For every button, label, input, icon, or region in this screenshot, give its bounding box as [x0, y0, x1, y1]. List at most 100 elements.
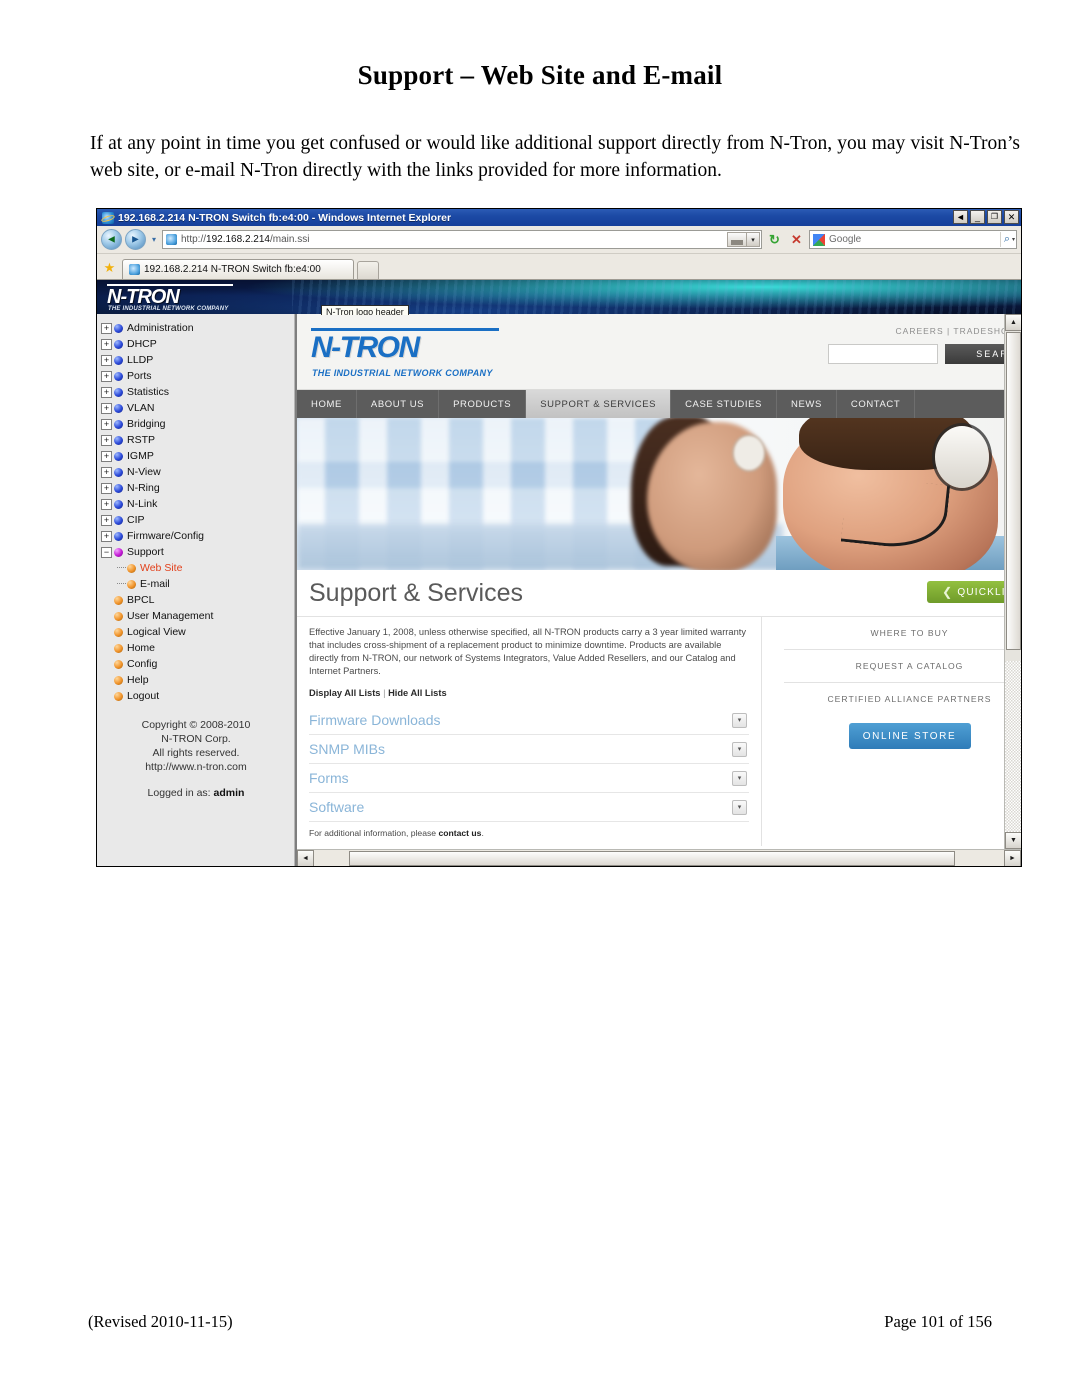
- tree-item-n-view[interactable]: + N-View: [101, 464, 294, 480]
- tree-item-label: VLAN: [127, 401, 155, 414]
- tree-item-n-ring[interactable]: + N-Ring: [101, 480, 294, 496]
- scroll-left-icon[interactable]: ◄: [297, 850, 314, 866]
- tree-item-logical-view[interactable]: Logical View: [101, 624, 294, 640]
- expand-icon[interactable]: +: [101, 338, 112, 350]
- nav-products[interactable]: PRODUCTS: [439, 390, 527, 418]
- site-logo[interactable]: N-TRON: [311, 328, 499, 363]
- list-link-separator: |: [380, 688, 389, 698]
- browser-horizontal-scrollbar[interactable]: ◄ ►: [297, 849, 1021, 866]
- address-bar[interactable]: http://192.168.2.214/main.ssi ▾: [162, 230, 762, 249]
- scroll-thumb-vertical[interactable]: [1006, 332, 1021, 650]
- tree-item-cip[interactable]: + CIP: [101, 512, 294, 528]
- tree-item-e-mail[interactable]: E-mail: [101, 576, 294, 592]
- tree-item-user-management[interactable]: User Management: [101, 608, 294, 624]
- tree-item-lldp[interactable]: + LLDP: [101, 352, 294, 368]
- site-top-links[interactable]: CAREERS | TRADESHOWS | CO: [896, 326, 1004, 336]
- scroll-down-icon[interactable]: ▼: [1005, 832, 1021, 849]
- expand-icon[interactable]: +: [101, 418, 112, 430]
- tree-item-administration[interactable]: + Administration: [101, 320, 294, 336]
- tree-item-dhcp[interactable]: + DHCP: [101, 336, 294, 352]
- nav-about-us[interactable]: ABOUT US: [357, 390, 440, 418]
- nav-contact[interactable]: CONTACT: [837, 390, 916, 418]
- quicklinks-button[interactable]: ❮ QUICKLINKS: [927, 581, 1004, 603]
- contact-us-link[interactable]: contact us: [438, 828, 481, 838]
- browser-search-box[interactable]: Google ⌕ ▾: [809, 230, 1017, 249]
- restore-left-button[interactable]: ◄: [953, 210, 968, 224]
- site-search-button[interactable]: SEARCH: [945, 344, 1004, 364]
- accordion-software[interactable]: Software ▾: [309, 793, 749, 822]
- tree-item-bridging[interactable]: + Bridging: [101, 416, 294, 432]
- hide-all-lists-link[interactable]: Hide All Lists: [388, 688, 447, 698]
- tree-item-firmware-config[interactable]: + Firmware/Config: [101, 528, 294, 544]
- compatibility-view-icon[interactable]: [727, 232, 747, 247]
- refresh-icon[interactable]: ↻: [765, 230, 784, 249]
- scroll-thumb-horizontal[interactable]: [349, 851, 955, 866]
- collapse-icon[interactable]: −: [101, 546, 112, 558]
- expand-icon[interactable]: +: [101, 402, 112, 414]
- favorites-star-icon[interactable]: ★: [101, 257, 118, 279]
- expand-icon[interactable]: +: [101, 386, 112, 398]
- nav-home[interactable]: HOME: [297, 390, 357, 418]
- display-all-lists-link[interactable]: Display All Lists: [309, 688, 380, 698]
- stop-icon[interactable]: ✕: [787, 230, 806, 249]
- new-tab-button[interactable]: [357, 261, 379, 279]
- expand-icon[interactable]: +: [101, 498, 112, 510]
- expand-icon[interactable]: +: [101, 530, 112, 542]
- scroll-right-icon[interactable]: ►: [1004, 850, 1021, 866]
- chevron-down-icon[interactable]: ▾: [732, 712, 747, 728]
- support-main-column: Effective January 1, 2008, unless otherw…: [297, 617, 762, 846]
- minimize-button[interactable]: _: [970, 210, 985, 224]
- side-link-certified-alliance-partners[interactable]: CERTIFIED ALLIANCE PARTNERS: [784, 683, 1004, 715]
- online-store-button[interactable]: ONLINE STORE: [848, 723, 971, 749]
- tree-item-web-site[interactable]: Web Site: [101, 560, 294, 576]
- tree-item-support[interactable]: − Support: [101, 544, 294, 560]
- tree-item-vlan[interactable]: + VLAN: [101, 400, 294, 416]
- maximize-button[interactable]: ❐: [987, 210, 1002, 224]
- tree-item-n-link[interactable]: + N-Link: [101, 496, 294, 512]
- nav-case-studies[interactable]: CASE STUDIES: [671, 390, 777, 418]
- tree-item-rstp[interactable]: + RSTP: [101, 432, 294, 448]
- site-search-input[interactable]: [828, 344, 938, 364]
- tree-item-label: CIP: [127, 513, 145, 526]
- search-engine-dropdown-icon[interactable]: ▾: [1012, 236, 1015, 243]
- tree-item-config[interactable]: Config: [101, 656, 294, 672]
- tree-item-ports[interactable]: + Ports: [101, 368, 294, 384]
- expand-icon[interactable]: +: [101, 354, 112, 366]
- copyright-url[interactable]: http://www.n-tron.com: [101, 760, 291, 774]
- address-bar-host: 192.168.2.214: [206, 234, 270, 245]
- chevron-down-icon[interactable]: ▾: [732, 770, 747, 786]
- tree-item-bpcl[interactable]: BPCL: [101, 592, 294, 608]
- expand-icon[interactable]: +: [101, 370, 112, 382]
- forward-button[interactable]: ►: [125, 229, 146, 250]
- accordion-firmware-downloads[interactable]: Firmware Downloads ▾: [309, 706, 749, 735]
- expand-icon[interactable]: +: [101, 466, 112, 478]
- accordion-forms[interactable]: Forms ▾: [309, 764, 749, 793]
- accordion-snmp-mibs[interactable]: SNMP MIBs ▾: [309, 735, 749, 764]
- browser-tab[interactable]: 192.168.2.214 N-TRON Switch fb:e4:00: [122, 259, 354, 279]
- tree-item-logout[interactable]: Logout: [101, 688, 294, 704]
- tree-item-label: Support: [127, 545, 164, 558]
- close-button[interactable]: ✕: [1004, 210, 1019, 224]
- scroll-up-icon[interactable]: ▲: [1005, 314, 1021, 331]
- expand-icon[interactable]: +: [101, 434, 112, 446]
- side-link-request-a-catalog[interactable]: REQUEST A CATALOG: [784, 650, 1004, 683]
- side-link-where-to-buy[interactable]: WHERE TO BUY: [784, 617, 1004, 650]
- address-dropdown-icon[interactable]: ▾: [747, 232, 760, 247]
- history-dropdown-icon[interactable]: ▾: [149, 235, 159, 244]
- expand-icon[interactable]: +: [101, 482, 112, 494]
- expand-icon[interactable]: +: [101, 322, 112, 334]
- tree-item-igmp[interactable]: + IGMP: [101, 448, 294, 464]
- expand-icon[interactable]: +: [101, 514, 112, 526]
- back-button[interactable]: ◄: [101, 229, 122, 250]
- tree-item-help[interactable]: Help: [101, 672, 294, 688]
- chevron-down-icon[interactable]: ▾: [732, 799, 747, 815]
- browser-vertical-scrollbar[interactable]: ▲ ▼: [1004, 314, 1021, 849]
- nav-support-services[interactable]: SUPPORT & SERVICES: [526, 390, 672, 418]
- search-icon[interactable]: ⌕: [1004, 234, 1010, 245]
- page-title: Support – Web Site and E-mail: [357, 60, 723, 90]
- nav-news[interactable]: NEWS: [777, 390, 837, 418]
- expand-icon[interactable]: +: [101, 450, 112, 462]
- chevron-down-icon[interactable]: ▾: [732, 741, 747, 757]
- tree-item-home[interactable]: Home: [101, 640, 294, 656]
- tree-item-statistics[interactable]: + Statistics: [101, 384, 294, 400]
